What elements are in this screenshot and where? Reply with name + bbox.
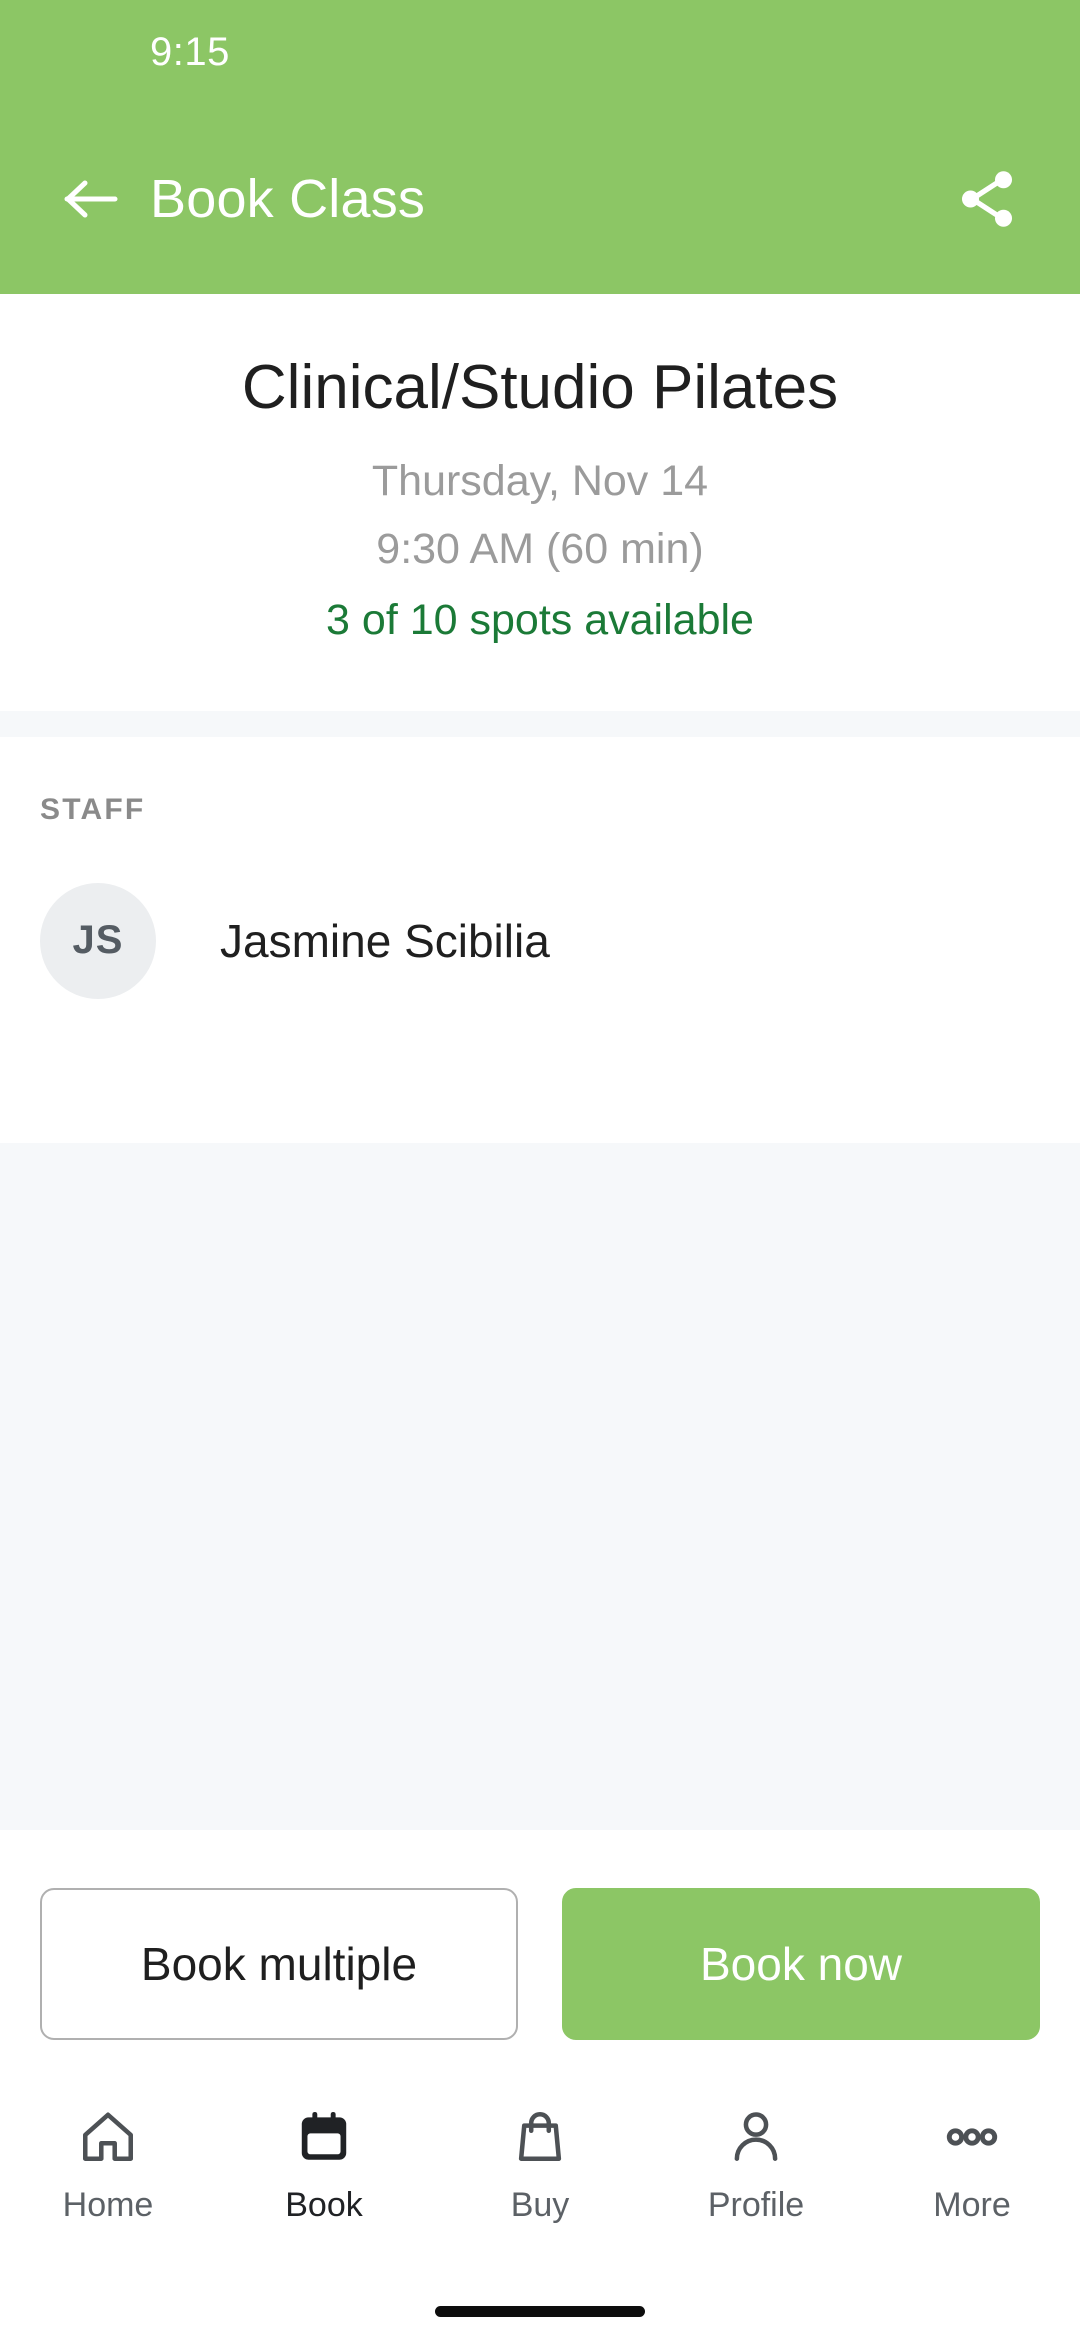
shopping-bag-icon	[509, 2100, 571, 2174]
home-indicator-area	[0, 2282, 1080, 2340]
ellipsis-icon	[941, 2100, 1003, 2174]
nav-item-profile[interactable]: Profile	[648, 2100, 864, 2222]
calendar-icon	[293, 2100, 355, 2174]
empty-content-area	[0, 1142, 1080, 1830]
book-multiple-button[interactable]: Book multiple	[40, 1888, 518, 2040]
nav-item-buy[interactable]: Buy	[432, 2100, 648, 2222]
nav-label: Home	[62, 2186, 154, 2224]
top-bar: Book Class	[0, 104, 1080, 294]
book-now-button[interactable]: Book now	[562, 1888, 1040, 2040]
share-icon	[961, 171, 1013, 227]
share-button[interactable]	[944, 156, 1030, 242]
app-bar: 9:15 Book Class	[0, 0, 1080, 294]
staff-list-item[interactable]: JS Jasmine Scibilia	[40, 882, 1040, 999]
nav-item-book[interactable]: Book	[216, 2100, 432, 2222]
action-bar: Book multiple Book now	[0, 1830, 1080, 2086]
staff-section: STAFF JS Jasmine Scibilia	[0, 736, 1080, 1143]
nav-label: Book	[285, 2186, 363, 2224]
class-date: Thursday, Nov 14	[371, 456, 709, 505]
staff-name: Jasmine Scibilia	[220, 914, 550, 967]
arrow-left-icon	[64, 180, 118, 218]
person-icon	[725, 2100, 787, 2174]
page-title: Book Class	[150, 169, 426, 229]
app-screen: 9:15 Book Class Clinical/Studio Pilates …	[0, 0, 1080, 2340]
class-time: 9:30 AM (60 min)	[376, 524, 704, 573]
back-button[interactable]	[48, 156, 134, 242]
staff-section-label: STAFF	[40, 792, 146, 826]
nav-label: Profile	[707, 2186, 805, 2224]
avatar-initials: JS	[72, 918, 124, 963]
home-icon	[77, 2100, 139, 2174]
avatar: JS	[40, 882, 156, 999]
home-indicator[interactable]	[435, 2305, 645, 2317]
nav-label: Buy	[510, 2186, 570, 2224]
section-divider	[0, 710, 1080, 737]
class-title: Clinical/Studio Pilates	[241, 353, 839, 422]
class-summary-card: Clinical/Studio Pilates Thursday, Nov 14…	[0, 294, 1080, 711]
bottom-navigation: Home Book Buy Profile More	[0, 2086, 1080, 2282]
status-bar: 9:15	[0, 0, 1080, 104]
class-availability: 3 of 10 spots available	[326, 596, 754, 645]
status-bar-time: 9:15	[150, 29, 230, 74]
nav-item-home[interactable]: Home	[0, 2100, 216, 2222]
nav-item-more[interactable]: More	[864, 2100, 1080, 2222]
nav-label: More	[933, 2186, 1011, 2224]
